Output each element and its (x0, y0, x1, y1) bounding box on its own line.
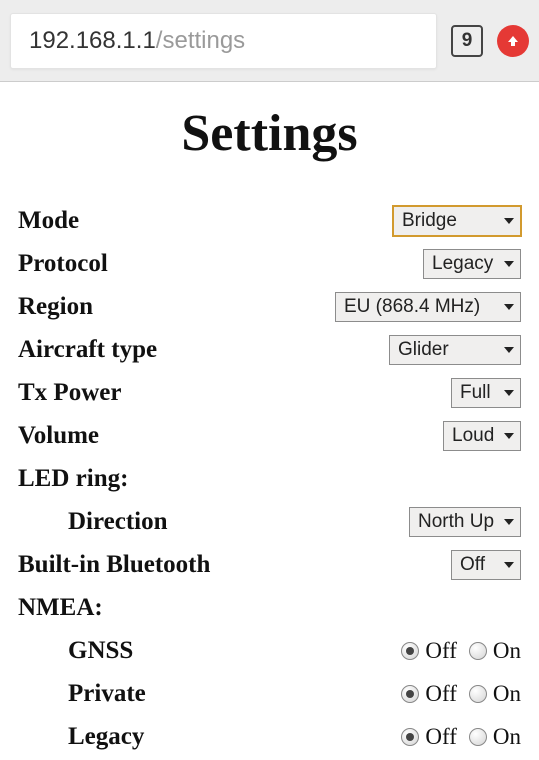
select-aircraft[interactable]: Glider (389, 335, 521, 365)
label-nmea-gnss: GNSS (18, 637, 133, 665)
tab-count-label: 9 (462, 30, 473, 52)
page-title: Settings (18, 104, 521, 163)
row-nmea-gnss: GNSS Off On (18, 629, 521, 672)
label-nmea-legacy: Legacy (18, 723, 144, 751)
row-mode: Mode Bridge (18, 199, 521, 242)
row-protocol: Protocol Legacy (18, 242, 521, 285)
chevron-down-icon (504, 261, 514, 267)
row-bluetooth: Built-in Bluetooth Off (18, 543, 521, 586)
chevron-down-icon (504, 390, 514, 396)
label-bluetooth: Built-in Bluetooth (18, 551, 210, 579)
label-ledring: LED ring: (18, 465, 128, 493)
row-nmea: NMEA: (18, 586, 521, 629)
tab-count-button[interactable]: 9 (451, 25, 483, 57)
label-nmea-private: Private (18, 680, 146, 708)
radio-gnss-on[interactable] (469, 642, 487, 660)
select-aircraft-value: Glider (398, 339, 449, 361)
select-direction-value: North Up (418, 511, 494, 533)
label-direction: Direction (18, 508, 168, 536)
chevron-down-icon (504, 304, 514, 310)
radio-private-off-label: Off (425, 681, 457, 707)
radio-legacy-off[interactable] (401, 728, 419, 746)
chevron-down-icon (504, 218, 514, 224)
row-direction: Direction North Up (18, 500, 521, 543)
radio-gnss-on-label: On (493, 638, 521, 664)
radio-gnss-off[interactable] (401, 642, 419, 660)
radio-private-off[interactable] (401, 685, 419, 703)
select-txpower-value: Full (460, 382, 491, 404)
settings-page: Settings Mode Bridge Protocol Legacy Reg… (0, 104, 539, 760)
row-region: Region EU (868.4 MHz) (18, 285, 521, 328)
radio-legacy-on[interactable] (469, 728, 487, 746)
row-nmea-legacy: Legacy Off On (18, 715, 521, 758)
url-host: 192.168.1.1 (29, 27, 156, 55)
radio-group-private: Off On (401, 681, 521, 707)
label-protocol: Protocol (18, 250, 108, 278)
row-nmea-private: Private Off On (18, 672, 521, 715)
select-txpower[interactable]: Full (451, 378, 521, 408)
chevron-down-icon (504, 562, 514, 568)
select-region-value: EU (868.4 MHz) (344, 296, 480, 318)
select-direction[interactable]: North Up (409, 507, 521, 537)
select-bluetooth[interactable]: Off (451, 550, 521, 580)
select-protocol[interactable]: Legacy (423, 249, 521, 279)
row-aircraft: Aircraft type Glider (18, 328, 521, 371)
row-ledring: LED ring: (18, 457, 521, 500)
label-region: Region (18, 293, 93, 321)
label-mode: Mode (18, 207, 79, 235)
radio-group-gnss: Off On (401, 638, 521, 664)
chevron-down-icon (504, 433, 514, 439)
radio-gnss-off-label: Off (425, 638, 457, 664)
label-aircraft: Aircraft type (18, 336, 157, 364)
radio-legacy-off-label: Off (425, 724, 457, 750)
select-volume-value: Loud (452, 425, 494, 447)
select-protocol-value: Legacy (432, 253, 493, 275)
browser-chrome: 192.168.1.1/settings 9 (0, 0, 539, 82)
scroll-top-button[interactable] (497, 25, 529, 57)
row-volume: Volume Loud (18, 414, 521, 457)
select-bluetooth-value: Off (460, 554, 485, 576)
label-volume: Volume (18, 422, 99, 450)
address-bar[interactable]: 192.168.1.1/settings (10, 13, 437, 69)
label-nmea: NMEA: (18, 594, 103, 622)
radio-private-on-label: On (493, 681, 521, 707)
row-txpower: Tx Power Full (18, 371, 521, 414)
radio-legacy-on-label: On (493, 724, 521, 750)
url-path: /settings (156, 27, 245, 55)
chevron-down-icon (504, 347, 514, 353)
select-region[interactable]: EU (868.4 MHz) (335, 292, 521, 322)
arrow-up-icon (505, 33, 521, 49)
radio-group-legacy: Off On (401, 724, 521, 750)
select-mode[interactable]: Bridge (393, 206, 521, 236)
chevron-down-icon (504, 519, 514, 525)
label-txpower: Tx Power (18, 379, 121, 407)
select-mode-value: Bridge (402, 210, 457, 232)
radio-private-on[interactable] (469, 685, 487, 703)
select-volume[interactable]: Loud (443, 421, 521, 451)
